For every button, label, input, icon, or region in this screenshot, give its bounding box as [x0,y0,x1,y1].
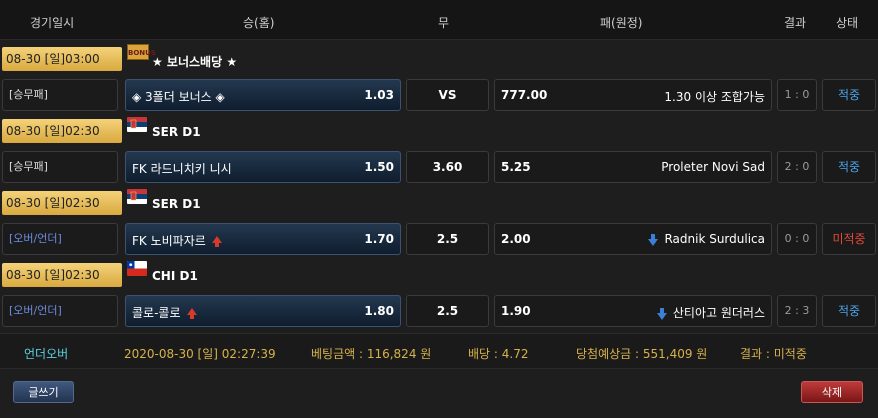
summary-type: 언더오버 [24,347,69,361]
table-header: 경기일시 승(홈) 무 패(원정) 결과 상태 [0,0,878,40]
away-name: 1.30 이상 조합가능 [664,90,765,104]
home-name: 콜로-콜로 [132,304,197,321]
home-option[interactable]: ◈ 3폴더 보너스 ◈ 1.03 [125,79,401,111]
col-result: 결과 [784,16,807,30]
bet-type: [승무패] [2,79,118,111]
away-option[interactable]: 5.25 Proleter Novi Sad [494,151,772,183]
game-header: 08-30 [일]02:30 CHI D1 [0,259,878,295]
summary-expected-win: 당첨예상금 : 551,409 원 [576,347,708,361]
delete-button[interactable]: 삭제 [801,381,863,403]
home-name: ◈ 3폴더 보너스 ◈ [132,90,225,104]
col-draw: 무 [438,16,450,30]
bet-type: [승무패] [2,151,118,183]
score: 1 : 0 [777,79,817,111]
game-header: 08-30 [일]03:00 BONUS ★ 보너스배당 ★ [0,43,878,79]
away-odd: 2.00 [501,232,531,246]
draw-option[interactable]: 2.5 [406,295,489,327]
col-away: 패(원정) [600,16,643,30]
home-name: FK 라드니치키 니시 [132,162,232,176]
bet-summary: 언더오버 2020-08-30 [일] 02:27:39 베팅금액 : 116,… [0,333,878,369]
home-odd: 1.70 [364,232,394,246]
status-badge: 적중 [822,295,876,327]
home-odd: 1.03 [364,88,394,102]
bet-type: [오버/언더] [2,223,118,255]
summary-result: 결과 : 미적중 [740,347,807,361]
game-datetime: 08-30 [일]02:30 [2,191,122,215]
home-option[interactable]: 콜로-콜로 1.80 [125,295,401,327]
away-odd: 1.90 [501,304,531,318]
game-datetime: 08-30 [일]02:30 [2,119,122,143]
bet-row: [승무패] ◈ 3폴더 보너스 ◈ 1.03 VS 777.00 1.30 이상… [0,77,878,113]
away-name: Radnik Surdulica [648,232,765,246]
away-odd: 5.25 [501,160,531,174]
under-down-arrow-icon [648,234,659,246]
league-name: CHI D1 [152,269,198,283]
score: 2 : 3 [777,295,817,327]
draw-option[interactable]: VS [406,79,489,111]
summary-bet-amount: 베팅금액 : 116,824 원 [311,347,432,361]
bet-row: [오버/언더] 콜로-콜로 1.80 2.5 1.90 산티아고 원더러스 2 … [0,293,878,329]
game-datetime: 08-30 [일]03:00 [2,47,122,71]
draw-option[interactable]: 3.60 [406,151,489,183]
serbia-flag-icon [127,189,147,204]
away-option[interactable]: 2.00 Radnik Surdulica [494,223,772,255]
bet-row: [승무패] FK 라드니치키 니시 1.50 3.60 5.25 Prolete… [0,149,878,185]
status-badge: 적중 [822,79,876,111]
league-name: ★ 보너스배당 ★ [152,55,238,69]
draw-option[interactable]: 2.5 [406,223,489,255]
bet-row: [오버/언더] FK 노비파자르 1.70 2.5 2.00 Radnik Su… [0,221,878,257]
home-odd: 1.50 [364,160,394,174]
away-option[interactable]: 777.00 1.30 이상 조합가능 [494,79,772,111]
home-odd: 1.80 [364,304,394,318]
away-name: 산티아고 원더러스 [656,304,765,321]
status-badge: 미적중 [822,223,876,255]
write-button[interactable]: 글쓰기 [13,381,74,403]
serbia-flag-icon [127,117,147,132]
game-header: 08-30 [일]02:30 SER D1 [0,187,878,223]
home-option[interactable]: FK 라드니치키 니시 1.50 [125,151,401,183]
col-datetime: 경기일시 [30,16,75,30]
col-status: 상태 [836,16,859,30]
home-option[interactable]: FK 노비파자르 1.70 [125,223,401,255]
col-home: 승(홈) [243,16,275,30]
home-name: FK 노비파자르 [132,232,222,249]
summary-datetime: 2020-08-30 [일] 02:27:39 [124,347,276,361]
score: 0 : 0 [777,223,817,255]
status-badge: 적중 [822,151,876,183]
away-odd: 777.00 [501,88,548,102]
away-name: Proleter Novi Sad [661,160,765,174]
away-option[interactable]: 1.90 산티아고 원더러스 [494,295,772,327]
under-down-arrow-icon [656,308,667,320]
league-name: SER D1 [152,125,201,139]
summary-odds: 배당 : 4.72 [468,347,529,361]
league-name: SER D1 [152,197,201,211]
chile-flag-icon [127,261,147,276]
game-datetime: 08-30 [일]02:30 [2,263,122,287]
over-up-arrow-icon [186,308,197,319]
over-up-arrow-icon [211,236,222,247]
score: 2 : 0 [777,151,817,183]
bonus-logo-icon: BONUS [127,44,156,60]
bet-type: [오버/언더] [2,295,118,327]
game-header: 08-30 [일]02:30 SER D1 [0,115,878,151]
